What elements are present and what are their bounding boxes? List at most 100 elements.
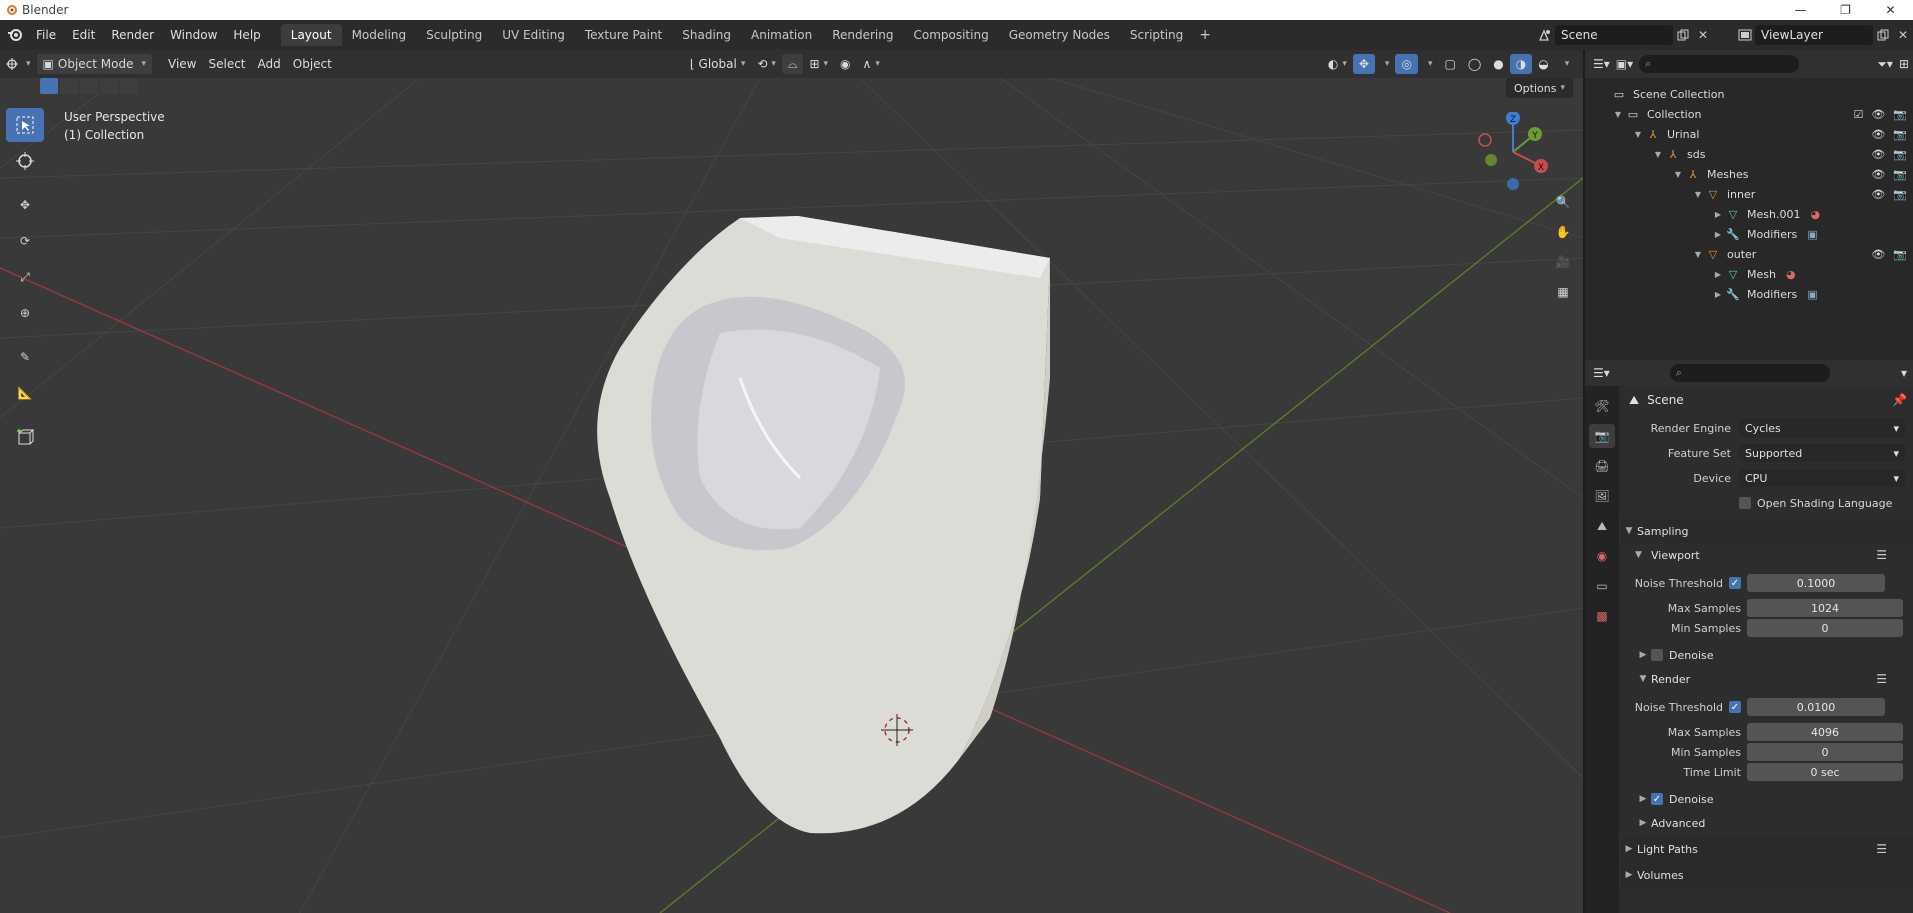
wireframe-shading-icon[interactable]: ◯	[1462, 54, 1487, 74]
eye-icon[interactable]: 👁	[1871, 128, 1885, 141]
expand-arrow-icon[interactable]: ▼	[1651, 150, 1665, 159]
tree-item-mesh-001[interactable]: ▶ ▽ Mesh.001 ◕	[1585, 204, 1913, 224]
viewport-noise-threshold-checkbox[interactable]	[1729, 577, 1741, 589]
tab-geometry-nodes[interactable]: Geometry Nodes	[999, 24, 1120, 46]
falloff-icon[interactable]: ∧ ▾	[857, 54, 886, 74]
menu-object[interactable]: Object	[287, 54, 338, 74]
expand-arrow-icon[interactable]: ▶	[1711, 210, 1725, 219]
chevron-down-icon[interactable]: ▾	[1901, 366, 1907, 380]
outliner-editor-type-icon[interactable]: ☰▾	[1593, 57, 1610, 71]
pin-icon[interactable]: 📌	[1892, 393, 1907, 407]
select-extend-icon[interactable]	[60, 78, 78, 94]
menu-file[interactable]: File	[28, 20, 64, 50]
tab-layout[interactable]: Layout	[280, 24, 342, 46]
render-max-samples-field[interactable]: 4096	[1747, 723, 1903, 741]
tab-shading[interactable]: Shading	[672, 24, 741, 46]
menu-render[interactable]: Render	[103, 20, 162, 50]
render-denoise-subpanel[interactable]: ▶ Denoise	[1621, 787, 1913, 811]
new-collection-icon[interactable]: ⊞	[1899, 57, 1909, 71]
modifier-icon[interactable]: ▣	[1807, 288, 1817, 301]
viewlayer-name-field[interactable]: ViewLayer	[1755, 25, 1873, 45]
camera-icon[interactable]: 📷	[1893, 188, 1907, 201]
cursor-tool-icon[interactable]	[6, 144, 44, 178]
render-noise-threshold-field[interactable]: 0.0100	[1747, 698, 1885, 716]
viewport-denoise-checkbox[interactable]	[1651, 649, 1663, 661]
annotate-tool-icon[interactable]: ✎	[6, 340, 44, 374]
tab-sculpting[interactable]: Sculpting	[416, 24, 492, 46]
options-dropdown[interactable]: Options ▾	[1506, 78, 1573, 98]
tree-item-collection[interactable]: ▼ ▭ Collection ☑ 👁 📷	[1585, 104, 1913, 124]
select-invert-icon[interactable]	[100, 78, 118, 94]
camera-icon[interactable]: 📷	[1893, 148, 1907, 161]
transform-tool-icon[interactable]: ⊕	[6, 296, 44, 330]
expand-arrow-icon[interactable]: ▼	[1611, 110, 1625, 119]
expand-arrow-icon[interactable]: ▼	[1691, 190, 1705, 199]
viewlayer-icon[interactable]	[1735, 25, 1755, 45]
move-tool-icon[interactable]: ✥	[6, 188, 44, 222]
view-layer-tab-icon[interactable]: 🖼	[1589, 484, 1615, 508]
tab-modeling[interactable]: Modeling	[342, 24, 417, 46]
tree-item-sds[interactable]: ▼ ⅄ sds 👁 📷	[1585, 144, 1913, 164]
scene-duplicate-icon[interactable]	[1673, 25, 1693, 45]
material-icon[interactable]: ◕	[1810, 208, 1820, 221]
menu-help[interactable]: Help	[225, 20, 268, 50]
gizmo-toggle-icon[interactable]: ✥	[1352, 54, 1375, 74]
camera-icon[interactable]: 📷	[1893, 168, 1907, 181]
viewport-subpanel-header[interactable]: ▼ Viewport ☰	[1621, 543, 1913, 567]
tree-item-urinal[interactable]: ▼ ⅄ Urinal 👁 📷	[1585, 124, 1913, 144]
tree-item-meshes[interactable]: ▼ ⅄ Meshes 👁 📷	[1585, 164, 1913, 184]
expand-arrow-icon[interactable]: ▶	[1711, 270, 1725, 279]
zoom-icon[interactable]: 🔍	[1551, 190, 1575, 214]
render-subpanel-header[interactable]: ▼ Render ☰	[1621, 667, 1913, 691]
tab-animation[interactable]: Animation	[741, 24, 822, 46]
presets-list-icon[interactable]: ☰	[1876, 672, 1887, 686]
properties-search-input[interactable]: ⌕	[1669, 364, 1830, 382]
expand-arrow-icon[interactable]: ▼	[1691, 250, 1705, 259]
render-time-limit-field[interactable]: 0 sec	[1747, 763, 1903, 781]
viewport-noise-threshold-field[interactable]: 0.1000	[1747, 574, 1885, 592]
tree-item-outer[interactable]: ▼ ▽ outer 👁 📷	[1585, 244, 1913, 264]
tree-item-scene-collection[interactable]: ▭ Scene Collection	[1585, 84, 1913, 104]
measure-tool-icon[interactable]: 📐	[6, 376, 44, 410]
eye-icon[interactable]: 👁	[1871, 188, 1885, 201]
scene-remove-icon[interactable]: ✕	[1693, 25, 1713, 45]
add-workspace-button[interactable]: +	[1193, 27, 1217, 43]
rendered-shading-icon[interactable]: ◒	[1532, 54, 1554, 74]
tab-rendering[interactable]: Rendering	[822, 24, 903, 46]
menu-window[interactable]: Window	[162, 20, 225, 50]
transform-orientation-dropdown[interactable]: ⌊ Global ▾	[684, 54, 752, 74]
tab-uv-editing[interactable]: UV Editing	[492, 24, 575, 46]
menu-edit[interactable]: Edit	[64, 20, 103, 50]
scale-tool-icon[interactable]: ⤢	[6, 260, 44, 294]
camera-icon[interactable]: 📷	[1893, 108, 1907, 121]
camera-view-icon[interactable]: 🎥	[1551, 250, 1575, 274]
select-intersect-icon[interactable]	[120, 78, 138, 94]
snap-toggle-icon[interactable]: ⌓	[781, 54, 804, 74]
sampling-panel-header[interactable]: ▼ Sampling	[1621, 519, 1913, 543]
overlays-dropdown[interactable]: ▾	[1418, 54, 1439, 74]
expand-arrow-icon[interactable]: ▶	[1711, 230, 1725, 239]
mode-dropdown[interactable]: ▣ Object Mode ▾	[36, 54, 152, 74]
render-engine-dropdown[interactable]: Cycles ▾	[1739, 419, 1905, 437]
eye-icon[interactable]: 👁	[1871, 168, 1885, 181]
volumes-panel-header[interactable]: ▶ Volumes	[1621, 863, 1913, 887]
camera-icon[interactable]: 📷	[1893, 248, 1907, 261]
advanced-subpanel[interactable]: ▶ Advanced	[1621, 811, 1913, 835]
select-box-tool-icon[interactable]	[6, 108, 44, 142]
menu-view[interactable]: View	[162, 54, 202, 74]
scene-icon[interactable]	[1535, 25, 1555, 45]
tab-scripting[interactable]: Scripting	[1120, 24, 1193, 46]
xray-toggle-icon[interactable]: ▢	[1438, 54, 1461, 74]
output-tab-icon[interactable]: 🖨	[1589, 454, 1615, 478]
snap-target-button[interactable]: ⊞ ▾	[803, 54, 834, 74]
add-cube-tool-icon[interactable]	[6, 420, 44, 454]
properties-editor-type-icon[interactable]: ☰▾	[1593, 366, 1610, 380]
minimize-button[interactable]: —	[1778, 0, 1823, 20]
tree-item-mesh[interactable]: ▶ ▽ Mesh ◕	[1585, 264, 1913, 284]
modifier-icon[interactable]: ▣	[1807, 228, 1817, 241]
texture-tab-icon[interactable]: ▩	[1589, 604, 1615, 628]
render-min-samples-field[interactable]: 0	[1747, 743, 1903, 761]
world-tab-icon[interactable]: ◉	[1589, 544, 1615, 568]
select-subtract-icon[interactable]	[80, 78, 98, 94]
overlays-toggle-icon[interactable]: ◎	[1395, 54, 1418, 74]
